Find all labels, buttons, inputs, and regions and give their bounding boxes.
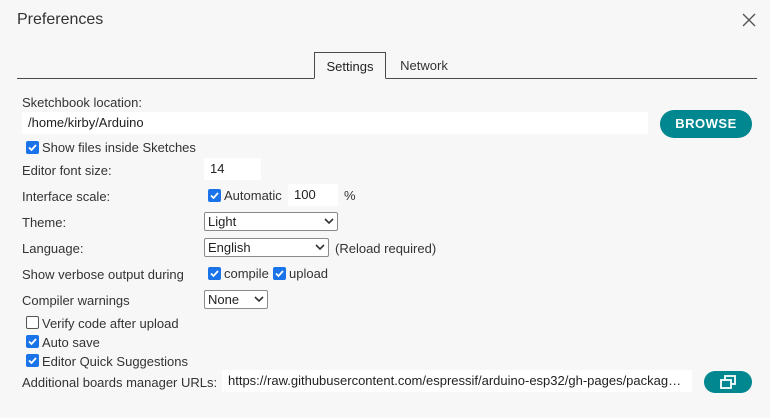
interface-scale-unit: %: [344, 188, 356, 203]
interface-scale-label: Interface scale:: [22, 189, 111, 204]
verbose-output-label: Show verbose output during: [22, 267, 184, 282]
verify-after-upload-label: Verify code after upload: [42, 316, 179, 331]
language-select-value: English: [208, 240, 251, 255]
sketchbook-location-label: Sketchbook location:: [22, 95, 142, 110]
show-files-checkbox[interactable]: [26, 141, 39, 154]
theme-select-value: Light: [208, 214, 237, 229]
editor-font-size-label: Editor font size:: [22, 163, 112, 178]
editor-font-size-input[interactable]: 14: [204, 158, 261, 180]
quick-suggestions-label: Editor Quick Suggestions: [42, 354, 188, 369]
checkmark-icon: [28, 357, 37, 365]
language-select[interactable]: English: [204, 238, 329, 257]
interface-scale-input[interactable]: 100: [288, 184, 338, 206]
chevron-down-icon: [254, 296, 264, 303]
tabs-divider: [17, 78, 757, 79]
browse-button[interactable]: BROWSE: [660, 110, 752, 138]
auto-save-checkbox[interactable]: [26, 335, 39, 348]
open-window-icon: [720, 375, 736, 389]
auto-save-label: Auto save: [42, 335, 100, 350]
checkmark-icon: [210, 192, 219, 200]
checkmark-icon: [275, 270, 284, 278]
verbose-upload-checkbox[interactable]: [273, 267, 286, 280]
quick-suggestions-checkbox[interactable]: [26, 354, 39, 367]
checkmark-icon: [210, 270, 219, 278]
tab-network[interactable]: Network: [390, 52, 458, 79]
interface-scale-automatic-checkbox[interactable]: [208, 189, 221, 202]
verbose-upload-label: upload: [289, 266, 329, 281]
tab-settings[interactable]: Settings: [314, 52, 386, 79]
language-reload-note: (Reload required): [335, 241, 437, 256]
language-label: Language:: [22, 241, 84, 256]
boards-urls-input[interactable]: https://raw.githubusercontent.com/espres…: [222, 370, 692, 392]
interface-scale-automatic-label: Automatic: [224, 188, 282, 203]
compiler-warnings-select[interactable]: None: [204, 290, 268, 309]
verbose-compile-checkbox[interactable]: [208, 267, 221, 280]
chevron-down-icon: [324, 218, 334, 225]
compiler-warnings-label: Compiler warnings: [22, 293, 130, 308]
open-boards-urls-button[interactable]: [704, 371, 752, 393]
close-icon[interactable]: [740, 11, 758, 29]
sketchbook-location-input[interactable]: /home/kirby/Arduino: [22, 112, 648, 134]
compiler-warnings-select-value: None: [208, 292, 240, 307]
window-title: Preferences: [17, 11, 104, 28]
theme-select[interactable]: Light: [204, 212, 338, 231]
checkmark-icon: [28, 338, 37, 346]
verify-after-upload-checkbox[interactable]: [26, 316, 39, 329]
verbose-compile-label: compile: [224, 266, 269, 281]
checkmark-icon: [28, 144, 37, 152]
show-files-label: Show files inside Sketches: [42, 140, 196, 155]
chevron-down-icon: [315, 244, 325, 251]
boards-urls-label: Additional boards manager URLs:: [22, 375, 218, 390]
theme-label: Theme:: [22, 215, 67, 230]
